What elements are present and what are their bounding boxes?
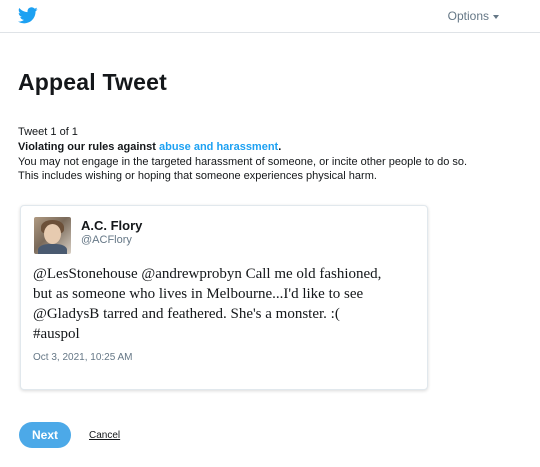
tweet-text-line: but as someone who lives in Melbourne...… bbox=[33, 286, 364, 302]
rule-violation: Violating our rules against abuse and ha… bbox=[18, 141, 281, 153]
tweet-text: @LesStonehouse @andrewprobyn Call me old… bbox=[33, 264, 418, 344]
caret-down-icon[interactable] bbox=[493, 15, 499, 19]
rule-description: You may not engage in the targeted haras… bbox=[18, 155, 518, 183]
avatar bbox=[34, 217, 71, 254]
tweet-count: Tweet 1 of 1 bbox=[18, 126, 78, 138]
description-line: This includes wishing or hoping that som… bbox=[18, 170, 377, 182]
twitter-bird-icon[interactable] bbox=[18, 7, 38, 24]
options-label[interactable]: Options bbox=[448, 9, 489, 23]
tweet-text-line: @GladysB tarred and feathered. She's a m… bbox=[33, 306, 340, 322]
tweet-author-name: A.C. Flory bbox=[81, 218, 143, 233]
options-menu[interactable]: Options bbox=[448, 9, 499, 23]
rule-suffix: . bbox=[278, 141, 282, 153]
page-title: Appeal Tweet bbox=[18, 69, 167, 95]
next-button[interactable]: Next bbox=[19, 422, 71, 448]
description-line: You may not engage in the targeted haras… bbox=[18, 156, 468, 168]
cancel-link[interactable]: Cancel bbox=[89, 430, 120, 441]
tweet-card: A.C. Flory @ACFlory @LesStonehouse @andr… bbox=[20, 205, 428, 390]
top-bar: Options bbox=[0, 0, 540, 33]
tweet-timestamp: Oct 3, 2021, 10:25 AM bbox=[33, 352, 133, 363]
tweet-text-line: #auspol bbox=[33, 326, 80, 342]
tweet-author-handle: @ACFlory bbox=[81, 234, 132, 246]
rule-prefix: Violating our rules against bbox=[18, 141, 159, 153]
rule-link[interactable]: abuse and harassment bbox=[159, 141, 278, 153]
tweet-text-line: @LesStonehouse @andrewprobyn Call me old… bbox=[33, 266, 382, 282]
